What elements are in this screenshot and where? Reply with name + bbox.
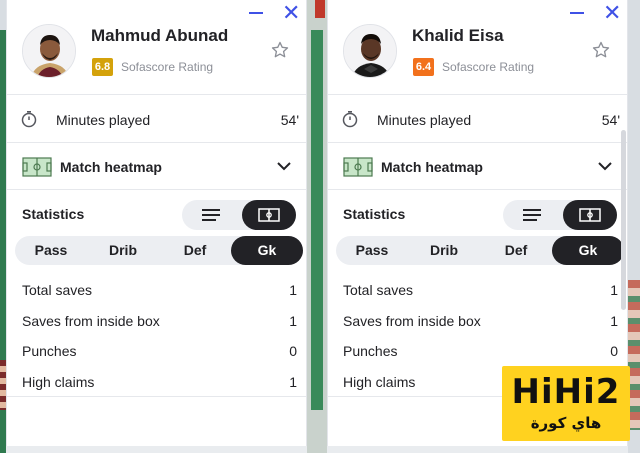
minimize-icon[interactable] bbox=[248, 4, 264, 22]
divider bbox=[7, 396, 306, 397]
match-heatmap-row[interactable]: Match heatmap bbox=[328, 143, 627, 190]
tab-pass[interactable]: Pass bbox=[336, 236, 408, 265]
minutes-played-value: 54' bbox=[280, 112, 299, 128]
match-heatmap-label: Match heatmap bbox=[381, 159, 483, 175]
minimize-icon[interactable] bbox=[569, 4, 585, 22]
list-icon[interactable] bbox=[182, 200, 239, 230]
rating-label: Sofascore Rating bbox=[121, 60, 214, 74]
minutes-played-row: Minutes played 54' bbox=[7, 95, 306, 143]
statistics-title: Statistics bbox=[343, 206, 406, 222]
close-icon[interactable]: ✕ bbox=[603, 2, 621, 24]
stat-category-tabs: Pass Drib Def Gk bbox=[15, 236, 303, 265]
minutes-played-label: Minutes played bbox=[56, 112, 151, 128]
stat-value: 0 bbox=[610, 343, 618, 359]
watermark-logo: HiHi2 هاي كورة bbox=[502, 366, 630, 441]
background-strip-middle-red bbox=[315, 0, 325, 18]
rating-badge: 6.4 bbox=[413, 58, 434, 76]
statistics-header: Statistics bbox=[7, 190, 306, 236]
pitch-view-icon[interactable] bbox=[563, 200, 617, 230]
stat-label: Saves from inside box bbox=[22, 312, 160, 329]
stat-value: 1 bbox=[289, 373, 297, 390]
close-icon[interactable]: ✕ bbox=[282, 2, 300, 24]
stat-label: High claims bbox=[22, 373, 95, 390]
chevron-down-icon[interactable] bbox=[597, 159, 613, 173]
stat-label: Total saves bbox=[343, 282, 414, 298]
stat-value: 1 bbox=[289, 282, 297, 298]
stat-row: Punches 0 bbox=[7, 335, 306, 366]
pitch-view-icon[interactable] bbox=[242, 200, 296, 230]
statistics-header: Statistics bbox=[328, 190, 627, 236]
stat-value: 1 bbox=[610, 282, 618, 298]
player-panel-1: ✕ Mahmud Abunad 6.8 Sofascore Rating Min… bbox=[6, 0, 307, 446]
minutes-played-label: Minutes played bbox=[377, 112, 472, 128]
list-icon[interactable] bbox=[503, 200, 560, 230]
rating-badge: 6.8 bbox=[92, 58, 113, 76]
stat-row: Total saves 1 bbox=[328, 274, 627, 305]
tab-pass[interactable]: Pass bbox=[15, 236, 87, 265]
tab-drib[interactable]: Drib bbox=[87, 236, 159, 265]
rating-label: Sofascore Rating bbox=[442, 60, 535, 74]
star-icon[interactable] bbox=[270, 40, 290, 60]
player-header: ✕ Mahmud Abunad 6.8 Sofascore Rating bbox=[7, 0, 306, 95]
stat-label: High claims bbox=[343, 373, 416, 390]
tab-drib[interactable]: Drib bbox=[408, 236, 480, 265]
view-toggle bbox=[182, 200, 296, 230]
tab-gk[interactable]: Gk bbox=[552, 236, 624, 265]
match-heatmap-label: Match heatmap bbox=[60, 159, 162, 175]
stat-label: Saves from inside box bbox=[343, 312, 481, 329]
player-avatar[interactable] bbox=[343, 24, 397, 78]
minutes-played-value: 54' bbox=[601, 112, 620, 128]
watermark-main-text: HiHi2 bbox=[511, 372, 621, 412]
watermark-sub-text: هاي كورة bbox=[530, 414, 602, 432]
stopwatch-icon bbox=[341, 110, 359, 128]
tab-gk[interactable]: Gk bbox=[231, 236, 303, 265]
background-strip-middle-green bbox=[311, 30, 323, 410]
stat-label: Punches bbox=[22, 343, 77, 359]
player-name[interactable]: Mahmud Abunad bbox=[91, 26, 228, 46]
stat-row: Saves from inside box 1 bbox=[7, 305, 306, 336]
stat-label: Punches bbox=[343, 343, 398, 359]
pitch-icon bbox=[22, 157, 52, 177]
tab-def[interactable]: Def bbox=[480, 236, 552, 265]
player-header: ✕ Khalid Eisa 6.4 Sofascore Rating bbox=[328, 0, 627, 95]
chevron-down-icon[interactable] bbox=[276, 159, 292, 173]
pitch-icon bbox=[343, 157, 373, 177]
player-name[interactable]: Khalid Eisa bbox=[412, 26, 504, 46]
stat-row: High claims 1 bbox=[7, 366, 306, 397]
match-heatmap-row[interactable]: Match heatmap bbox=[7, 143, 306, 190]
star-icon[interactable] bbox=[591, 40, 611, 60]
stat-row: Saves from inside box 1 bbox=[328, 305, 627, 336]
scrollbar[interactable] bbox=[621, 130, 626, 310]
stat-row: Punches 0 bbox=[328, 335, 627, 366]
tab-def[interactable]: Def bbox=[159, 236, 231, 265]
minutes-played-row: Minutes played 54' bbox=[328, 95, 627, 143]
stat-value: 1 bbox=[610, 312, 618, 329]
player-avatar[interactable] bbox=[22, 24, 76, 78]
view-toggle bbox=[503, 200, 617, 230]
stat-value: 0 bbox=[289, 343, 297, 359]
stat-value: 1 bbox=[289, 312, 297, 329]
stat-row: Total saves 1 bbox=[7, 274, 306, 305]
statistics-title: Statistics bbox=[22, 206, 85, 222]
stat-category-tabs: Pass Drib Def Gk bbox=[336, 236, 624, 265]
stat-list: Total saves 1 Saves from inside box 1 Pu… bbox=[7, 274, 306, 396]
stat-label: Total saves bbox=[22, 282, 93, 298]
stopwatch-icon bbox=[20, 110, 38, 128]
